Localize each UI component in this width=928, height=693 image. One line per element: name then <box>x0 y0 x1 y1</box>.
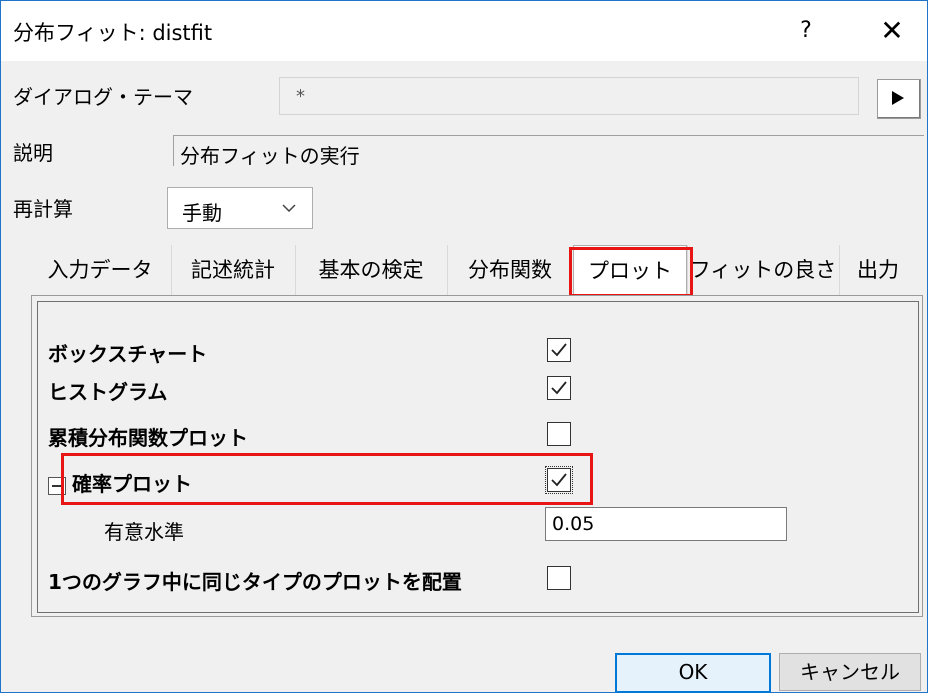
cdf-plot-label: 累積分布関数プロット <box>48 426 248 450</box>
description-label: 説明 <box>13 141 53 165</box>
tab-input-data[interactable]: 入力データ <box>31 245 169 295</box>
box-chart-checkbox[interactable] <box>547 338 571 362</box>
recalc-label: 再計算 <box>13 197 73 221</box>
title-bar: 分布フィット: distfit ? ✕ <box>1 1 927 61</box>
significance-level-input[interactable]: 0.05 <box>545 507 787 541</box>
box-chart-label: ボックスチャート <box>48 342 208 366</box>
theme-menu-button[interactable] <box>877 79 921 119</box>
chevron-down-icon <box>282 204 296 212</box>
tab-strip: 入力データ 記述統計 基本の検定 分布関数 プロット フィットの良さ 出力 <box>31 245 921 295</box>
description-field: 分布フィットの実行 <box>173 135 924 168</box>
tab-distribution-functions[interactable]: 分布関数 <box>447 245 572 295</box>
theme-label: ダイアログ・テーマ <box>13 85 193 109</box>
tab-highlight-box <box>569 247 693 297</box>
dialog-window: 分布フィット: distfit ? ✕ ダイアログ・テーマ * 説明 分布フィッ… <box>0 0 928 693</box>
significance-level-value: 0.05 <box>552 513 595 535</box>
cancel-button[interactable]: キャンセル <box>779 653 921 691</box>
histogram-checkbox[interactable] <box>547 376 571 400</box>
tab-output[interactable]: 出力 <box>839 245 916 295</box>
description-value: 分布フィットの実行 <box>180 144 360 168</box>
row-highlight-box <box>61 453 593 505</box>
recalc-value: 手動 <box>182 201 222 225</box>
theme-field[interactable]: * <box>279 77 859 115</box>
histogram-label: ヒストグラム <box>48 380 168 404</box>
help-button[interactable]: ? <box>781 13 831 49</box>
cdf-plot-checkbox[interactable] <box>547 422 571 446</box>
tab-descriptive-stats[interactable]: 記述統計 <box>171 245 294 295</box>
tab-basic-tests[interactable]: 基本の検定 <box>295 245 446 295</box>
same-graph-checkbox[interactable] <box>547 566 571 590</box>
significance-level-label: 有意水準 <box>104 520 184 544</box>
ok-button[interactable]: OK <box>615 653 771 693</box>
close-button[interactable]: ✕ <box>867 11 917 51</box>
play-arrow-icon <box>892 91 904 105</box>
tab-goodness-of-fit[interactable]: フィットの良さ <box>687 245 838 295</box>
check-icon <box>551 343 567 357</box>
same-graph-label: 1つのグラフ中に同じタイプのプロットを配置 <box>48 570 462 594</box>
recalc-dropdown[interactable]: 手動 <box>167 187 313 229</box>
theme-value: * <box>296 86 305 107</box>
check-icon <box>551 381 567 395</box>
window-title: 分布フィット: distfit <box>13 21 213 45</box>
